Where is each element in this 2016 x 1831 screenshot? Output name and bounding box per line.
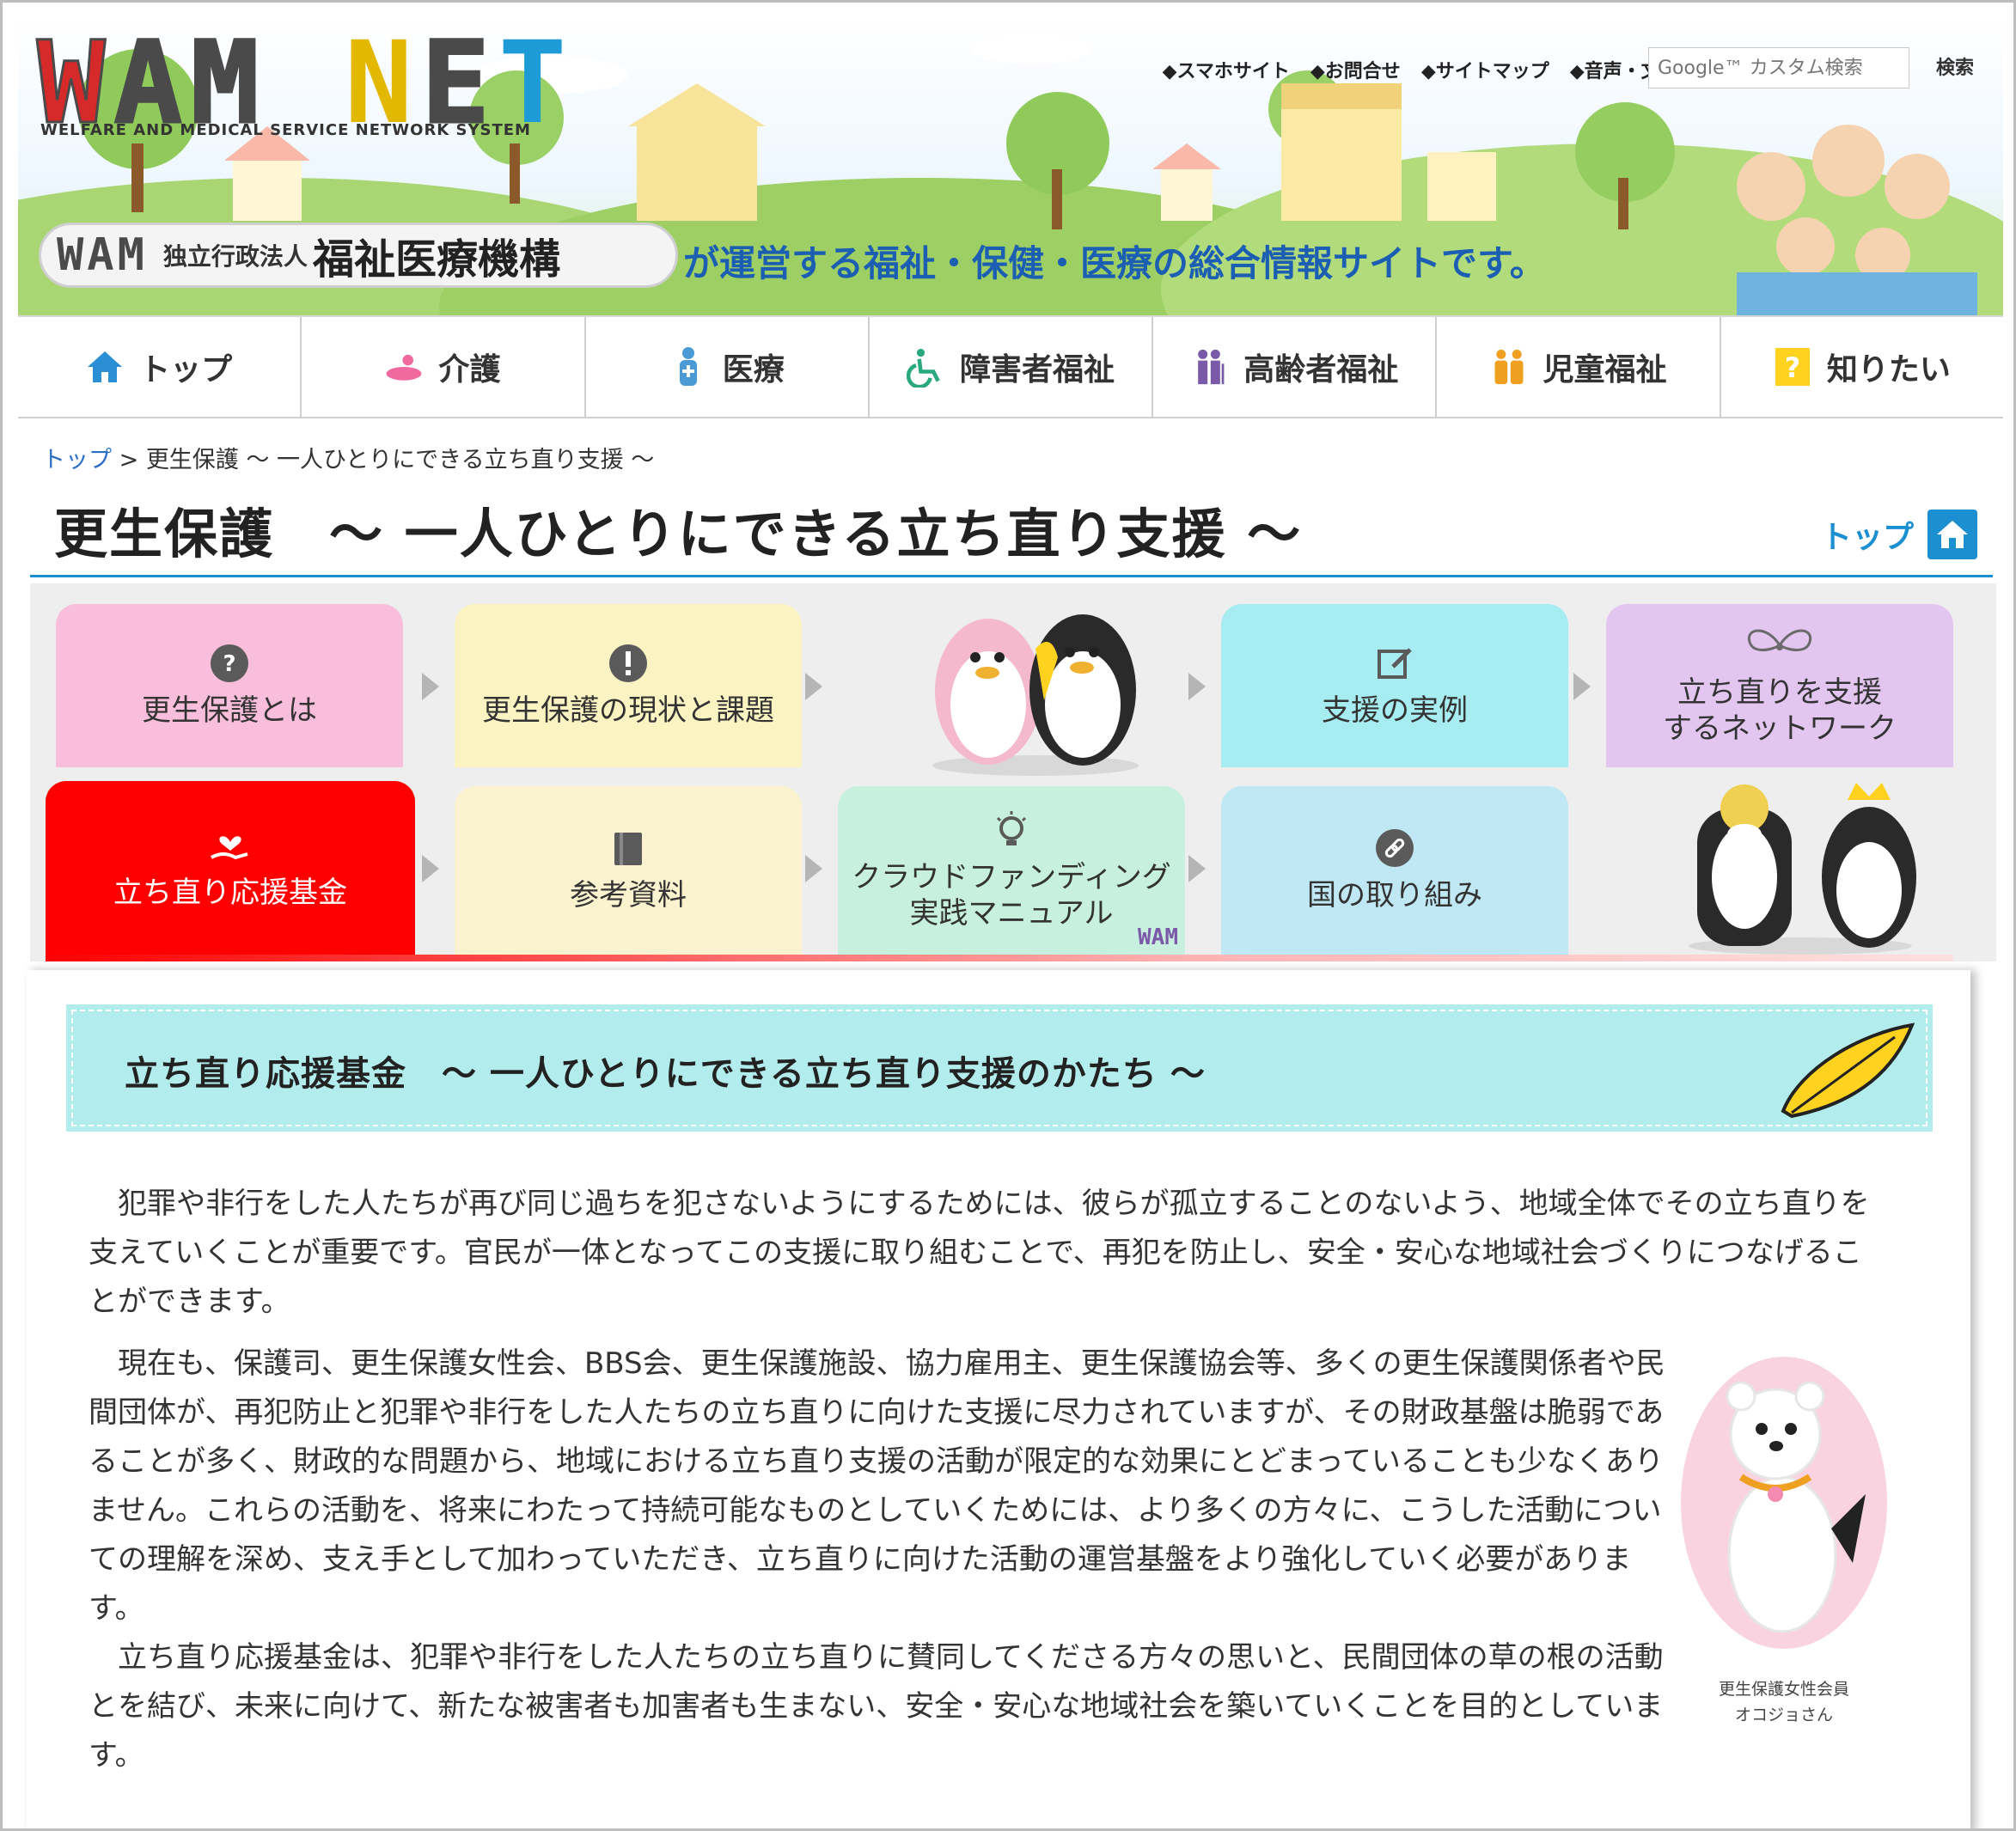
lightbulb-icon — [996, 810, 1027, 845]
menu-tile-references[interactable]: 参考資料 — [455, 786, 802, 955]
menu-tile-current-issues[interactable]: 更生保護の現状と課題 — [455, 604, 802, 767]
wam-mini-logo: WAM — [1138, 924, 1178, 950]
menu-tile-support-fund[interactable]: 立ち直り応援基金 — [46, 781, 415, 955]
nav-label: 介護 — [438, 352, 501, 388]
penguin-king-mascots-illustration — [1689, 783, 1916, 955]
paragraph-1: 犯罪や非行をした人たちが再び同じ過ちを犯さないようにするためには、彼らが孤立する… — [89, 1187, 1870, 1319]
breadcrumb-separator: > — [119, 447, 139, 473]
butterfly-icon — [1747, 629, 1812, 651]
nav-item-elderly[interactable]: 高齢者福祉 — [1153, 317, 1438, 417]
exclamation-circle-icon — [609, 644, 647, 682]
menu-tile-label-line1: クラウドファンディング — [852, 859, 1171, 894]
menu-tile-crowdfunding-manual[interactable]: クラウドファンディング 実践マニュアル WAM — [838, 786, 1185, 955]
edit-note-icon — [1378, 647, 1412, 679]
svg-text:?: ? — [223, 651, 235, 677]
nav-item-want-to-know[interactable]: ? 知りたい — [1721, 317, 2003, 417]
search-input[interactable] — [1648, 47, 1909, 88]
menu-tile-label-line2: 実践マニュアル — [909, 896, 1114, 931]
menu-arrow — [1188, 673, 1206, 700]
menu-tile-support-network[interactable]: 立ち直りを支援 するネットワーク — [1606, 604, 1953, 767]
menu-tile-label-line1: 立ち直りを支援 — [1677, 674, 1882, 710]
nav-item-disability[interactable]: 障害者福祉 — [870, 317, 1154, 417]
giving-heart-icon — [211, 835, 248, 859]
menu-tile-label: 参考資料 — [570, 877, 687, 912]
page-frame: WAM NET WELFARE AND MEDICAL SERVICE NETW… — [0, 0, 2016, 1831]
breadcrumb: トップ > 更生保護 ～ 一人ひとりにできる立ち直り支援 ～ — [42, 441, 654, 474]
site-header: WAM NET WELFARE AND MEDICAL SERVICE NETW… — [18, 15, 2003, 315]
wheelchair-icon — [906, 348, 944, 388]
menu-tile-national-efforts[interactable]: 国の取り組み — [1221, 786, 1568, 955]
topic-menu-panel: ? 更生保護とは 更生保護の現状と課題 支援の実例 立ち直りを支援 するネットワ… — [30, 583, 1996, 961]
home-icon — [86, 348, 124, 386]
menu-arrow — [1188, 855, 1206, 882]
question-circle-icon: ? — [211, 644, 248, 682]
site-tagline: が運営する福祉・保健・医療の総合情報サイトです。 — [683, 242, 1546, 284]
paragraph-3: 立ち直り応援基金は、犯罪や非行をした人たちの立ち直りに賛同してくださる方々の思い… — [89, 1640, 1664, 1773]
page-title: 更生保護 ～ 一人ひとりにできる立ち直り支援 ～ — [54, 503, 1303, 565]
logo-subtitle: WELFARE AND MEDICAL SERVICE NETWORK SYST… — [40, 121, 531, 139]
menu-tile-label: 国の取り組み — [1307, 877, 1482, 912]
breadcrumb-current: ～ 一人ひとりにできる立ち直り支援 ～ — [246, 447, 655, 473]
link-icon — [1376, 828, 1414, 867]
main-content: 立ち直り応援基金 ～ 一人ひとりにできる立ち直り支援のかたち ～ 犯罪や非行をし… — [27, 970, 1970, 1828]
menu-tile-label: 立ち直り応援基金 — [113, 875, 347, 910]
penguin-mascots-illustration — [932, 614, 1139, 776]
smartphone-site-link[interactable]: ◆スマホサイト — [1163, 56, 1290, 83]
menu-tile-what-is[interactable]: ? 更生保護とは — [56, 604, 403, 767]
care-icon — [385, 348, 423, 386]
breadcrumb-home-link[interactable]: トップ — [42, 447, 112, 473]
yellow-feather-icon — [1781, 1022, 1915, 1119]
badge-org-type: 独立行政法人 — [162, 242, 308, 271]
nav-item-care[interactable]: 介護 — [302, 317, 586, 417]
section-title: 立ち直り応援基金 ～ 一人ひとりにできる立ち直り支援のかたち ～ — [125, 1054, 1206, 1094]
medical-icon — [669, 347, 707, 386]
nav-label: 障害者福祉 — [959, 352, 1115, 388]
book-icon — [614, 832, 642, 865]
nav-label: 高齢者福祉 — [1243, 352, 1399, 388]
menu-arrow — [1573, 673, 1591, 700]
menu-arrow — [805, 855, 822, 882]
paragraph-2: 現在も、保護司、更生保護女性会、BBS会、更生保護施設、協力雇用主、更生保護協会… — [89, 1346, 1665, 1626]
top-link-label: トップ — [1821, 520, 1915, 555]
contact-link[interactable]: ◆お問合せ — [1310, 56, 1401, 83]
wam-organization-badge: WAM 独立行政法人 福祉医療機構 — [39, 223, 678, 288]
top-link[interactable]: トップ — [1821, 510, 1978, 559]
question-icon: ? — [1774, 348, 1811, 386]
okojo-character-illustration — [1681, 1357, 1887, 1649]
nav-item-children[interactable]: 児童福祉 — [1437, 317, 1721, 417]
menu-bottom-bar — [46, 955, 1953, 961]
children-icon — [1490, 348, 1528, 386]
section-banner: 立ち直り応援基金 ～ 一人ひとりにできる立ち直り支援のかたち ～ — [66, 1004, 1933, 1132]
title-underline — [30, 575, 1993, 577]
nav-item-top[interactable]: トップ — [18, 317, 302, 417]
menu-tile-label: 更生保護の現状と課題 — [482, 693, 774, 728]
breadcrumb-parent: 更生保護 — [145, 447, 239, 473]
menu-arrow — [805, 673, 822, 700]
svg-text:?: ? — [1785, 351, 1801, 384]
nav-label: 医療 — [722, 352, 785, 388]
character-caption-line1: 更生保護女性会員 — [1718, 1680, 1849, 1699]
badge-wam-logo: WAM — [57, 229, 148, 281]
menu-tile-label-line2: するネットワーク — [1663, 711, 1897, 746]
nav-item-medical[interactable]: 医療 — [586, 317, 870, 417]
menu-arrow — [422, 673, 439, 700]
nav-label: 児童福祉 — [1543, 352, 1667, 388]
sitemap-link[interactable]: ◆サイトマップ — [1421, 56, 1549, 83]
menu-tile-label: 更生保護とは — [142, 693, 317, 728]
nav-label: トップ — [139, 352, 233, 388]
nav-label: 知りたい — [1826, 352, 1951, 388]
character-caption: 更生保護女性会員 オコジョさん — [1681, 1676, 1887, 1728]
elderly-icon — [1190, 348, 1228, 386]
home-icon — [1927, 510, 1978, 559]
global-nav: トップ 介護 医療 障害者福祉 高齢者福祉 児童福祉 ? 知りたい — [18, 315, 2003, 418]
menu-arrow — [422, 855, 439, 882]
search-button[interactable]: 検索 — [1921, 51, 1989, 87]
character-caption-line2: オコジョさん — [1734, 1706, 1833, 1724]
menu-tile-label: 支援の実例 — [1322, 693, 1468, 728]
badge-org-name: 福祉医療機構 — [312, 235, 560, 284]
menu-tile-support-cases[interactable]: 支援の実例 — [1221, 604, 1568, 767]
